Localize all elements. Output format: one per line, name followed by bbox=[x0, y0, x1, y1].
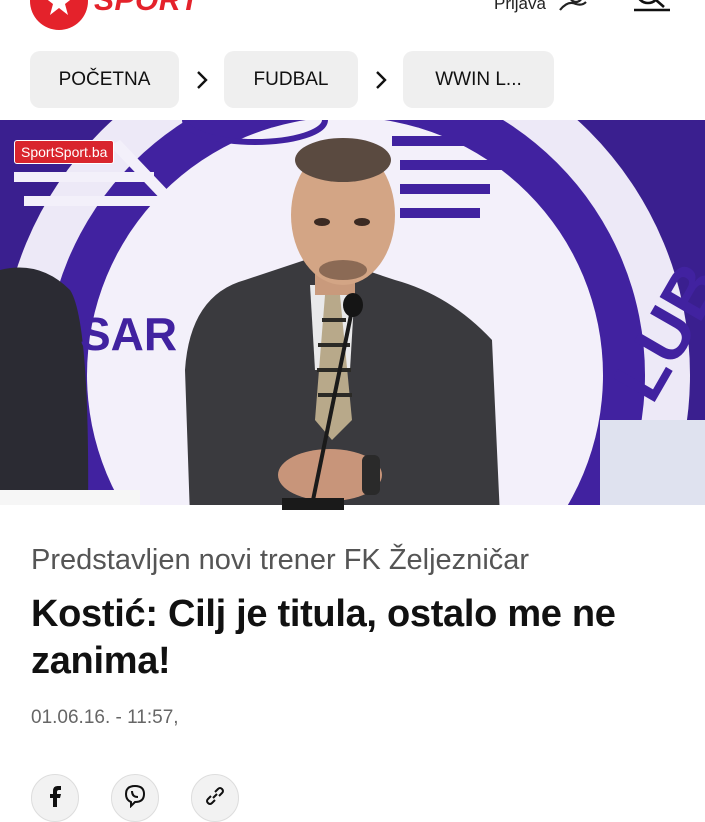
chevron-right-icon bbox=[358, 51, 403, 108]
article-subtitle: Predstavljen novi trener FK Željezničar bbox=[31, 544, 530, 576]
login-link[interactable]: Prijava bbox=[494, 0, 590, 17]
share-bar bbox=[31, 774, 271, 822]
facebook-icon bbox=[46, 785, 64, 812]
logo-star-icon bbox=[47, 0, 71, 15]
site-logo[interactable]: SPORT bbox=[30, 0, 199, 30]
login-label: Prijava bbox=[494, 0, 546, 13]
breadcrumb-home[interactable]: POČETNA bbox=[30, 51, 179, 108]
brand-name: SPORT bbox=[94, 0, 200, 17]
user-icon bbox=[556, 0, 590, 17]
backdrop-text-left: SAR bbox=[80, 308, 177, 360]
search-icon[interactable] bbox=[628, 0, 676, 19]
photo-watermark: SportSport.ba bbox=[14, 140, 115, 164]
breadcrumb-category[interactable]: FUDBAL bbox=[224, 51, 358, 108]
press-conference-photo: SAR LUB bbox=[0, 120, 705, 517]
top-header: SPORT Prijava bbox=[0, 0, 705, 30]
copy-link-button[interactable] bbox=[191, 774, 239, 822]
breadcrumb: POČETNA FUDBAL WWIN L... bbox=[30, 51, 554, 108]
breadcrumb-league[interactable]: WWIN L... bbox=[403, 51, 554, 108]
article-title: Kostić: Cilj je titula, ostalo me ne zan… bbox=[31, 593, 616, 682]
logo-mark bbox=[30, 0, 88, 30]
share-facebook-button[interactable] bbox=[31, 774, 79, 822]
link-icon bbox=[203, 784, 227, 813]
chevron-right-icon bbox=[179, 51, 224, 108]
viber-icon bbox=[123, 784, 147, 813]
article-datetime: 01.06.16. - 11:57, bbox=[31, 707, 179, 728]
article-hero-image: SAR LUB SportSport.ba bbox=[0, 120, 705, 517]
share-viber-button[interactable] bbox=[111, 774, 159, 822]
